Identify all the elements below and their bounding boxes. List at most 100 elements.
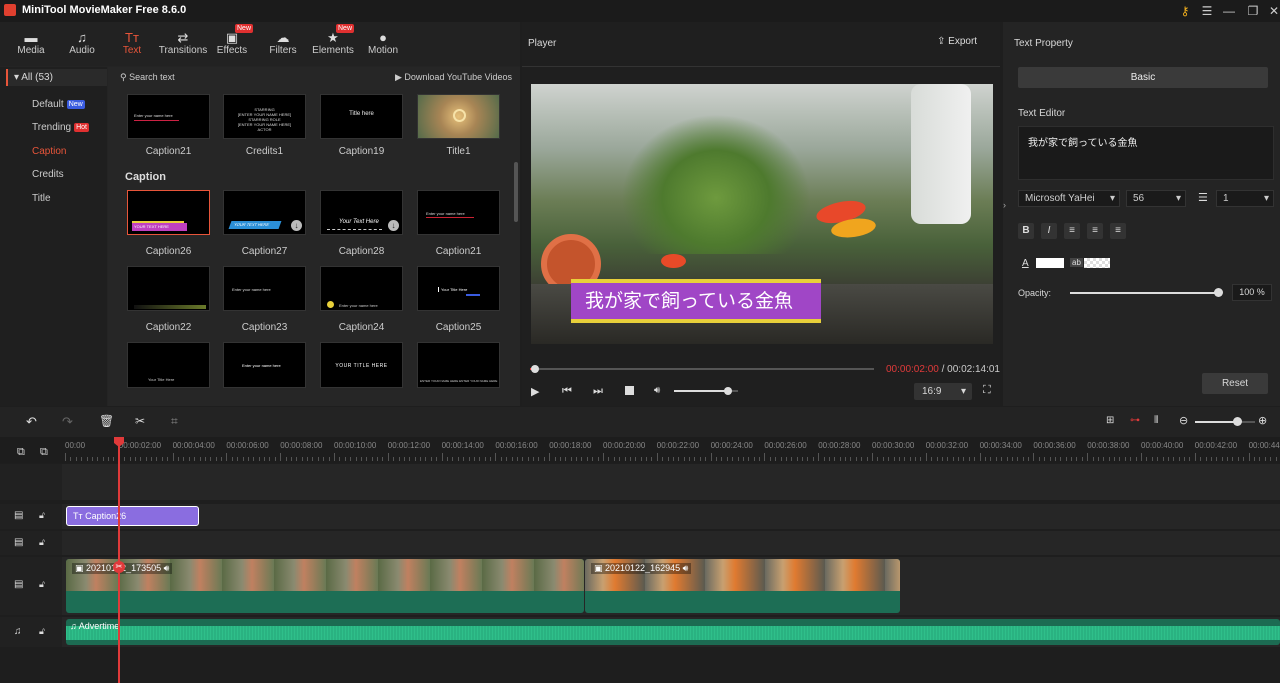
- volume-icon[interactable]: 🔊︎: [654, 385, 660, 396]
- opacity-handle[interactable]: [1213, 288, 1223, 297]
- lock-icon[interactable]: 🔓︎: [39, 579, 45, 590]
- copy-track-icon[interactable]: ⧉: [40, 446, 48, 459]
- stop-button[interactable]: [625, 386, 634, 395]
- category-credits[interactable]: Credits: [32, 169, 64, 180]
- opacity-value[interactable]: 100 %: [1232, 284, 1272, 301]
- template-thumb[interactable]: Your Title Here: [417, 266, 500, 311]
- maximize-button[interactable]: ❐: [1245, 3, 1261, 19]
- audio-clip[interactable]: ♫ Advertime: [66, 619, 1280, 645]
- template-thumb[interactable]: Your Title Here: [127, 342, 210, 388]
- template-thumb[interactable]: [127, 266, 210, 311]
- template-thumb[interactable]: Your Text Here ↓: [320, 190, 403, 235]
- template-thumb[interactable]: Enter your name here: [223, 342, 306, 388]
- lock-icon[interactable]: 🔓︎: [39, 537, 45, 548]
- key-icon[interactable]: ⚷: [1177, 3, 1193, 19]
- delete-icon[interactable]: 🗑︎: [99, 414, 114, 428]
- template-thumb[interactable]: ENTER YOUR NAME HERE ENTER YOUR NAME HER…: [417, 342, 500, 388]
- tab-elements[interactable]: New ★ Elements: [308, 24, 358, 56]
- film-icon[interactable]: ▤: [14, 537, 23, 548]
- zoom-handle[interactable]: [1232, 417, 1242, 426]
- template-thumb[interactable]: YOUR TITLE HERE: [320, 342, 403, 388]
- category-trending[interactable]: Trending Hot: [32, 122, 90, 133]
- video-clip[interactable]: ▣ 20210122_162945 🔊︎: [585, 559, 900, 613]
- template-thumb[interactable]: [417, 94, 500, 139]
- tab-effects[interactable]: New ▣ Effects: [207, 24, 257, 56]
- template-thumb[interactable]: Enter your name here: [127, 94, 210, 139]
- next-frame-button[interactable]: ⏭: [593, 385, 603, 398]
- align-right-icon[interactable]: ≡: [1110, 223, 1126, 239]
- zoom-slider[interactable]: [1195, 421, 1255, 423]
- fit-timeline-icon[interactable]: ⊞: [1106, 415, 1114, 426]
- ruler-tick-mark: [377, 457, 379, 461]
- template-thumb[interactable]: STARRING [ENTER YOUR NAME HERE] STARRING R…: [223, 94, 306, 139]
- film-icon[interactable]: ▤: [14, 579, 23, 590]
- prev-frame-button[interactable]: ⏮: [562, 385, 572, 398]
- close-button[interactable]: ✕: [1266, 3, 1280, 19]
- download-youtube-link[interactable]: ▶ Download YouTube Videos: [395, 72, 512, 83]
- font-select[interactable]: Microsoft YaHei ▾: [1018, 190, 1120, 207]
- template-thumb-selected[interactable]: YOUR TEXT HERE: [127, 190, 210, 235]
- text-editor-input[interactable]: 我が家で飼っている金魚: [1018, 126, 1274, 180]
- line-spacing-select[interactable]: 1 ▾: [1216, 190, 1274, 207]
- collapse-arrow-icon[interactable]: ›: [1003, 200, 1011, 210]
- split-scissors-icon[interactable]: ✂: [113, 561, 125, 573]
- ruler-tick-mark: [194, 457, 196, 461]
- download-icon[interactable]: ↓: [291, 220, 302, 231]
- template-thumb[interactable]: Enter your name here: [320, 266, 403, 311]
- fullscreen-icon[interactable]: ⛶: [983, 384, 991, 397]
- font-size-select[interactable]: 56 ▾: [1126, 190, 1186, 207]
- template-thumb[interactable]: Enter your name here: [417, 190, 500, 235]
- music-note-icon[interactable]: ♫: [14, 626, 22, 637]
- caption-clip[interactable]: Tт Caption26: [66, 506, 199, 526]
- tab-basic[interactable]: Basic: [1018, 67, 1268, 88]
- category-all[interactable]: ▾ All (53): [6, 69, 107, 86]
- caption-overlay[interactable]: 我が家で飼っている金魚: [571, 283, 821, 319]
- text-color-swatch[interactable]: [1036, 258, 1064, 268]
- tab-audio[interactable]: ♫ Audio: [57, 30, 107, 56]
- align-center-icon[interactable]: ≡: [1087, 223, 1103, 239]
- bold-button[interactable]: B: [1018, 223, 1034, 239]
- tab-filters[interactable]: ☁ Filters: [258, 30, 308, 56]
- ruler-tick-mark: [425, 457, 427, 461]
- add-track-icon[interactable]: ⧉: [17, 446, 25, 459]
- export-button[interactable]: ⇪ Export: [937, 36, 977, 47]
- align-left-icon[interactable]: ≡: [1064, 223, 1080, 239]
- template-thumb[interactable]: Title here: [320, 94, 403, 139]
- template-label: Caption19: [338, 146, 385, 157]
- undo-icon[interactable]: ↶: [26, 414, 37, 430]
- tab-media[interactable]: ▬ Media: [6, 30, 56, 56]
- italic-button[interactable]: I: [1041, 223, 1057, 239]
- zoom-out-icon[interactable]: ⊖: [1179, 414, 1188, 427]
- tab-text[interactable]: Tт Text: [107, 30, 157, 56]
- category-title[interactable]: Title: [32, 193, 51, 204]
- menu-icon[interactable]: ☰: [1199, 3, 1215, 19]
- search-input[interactable]: ⚲ Search text: [120, 72, 175, 83]
- play-button[interactable]: ▶: [531, 385, 539, 398]
- progress-track[interactable]: [530, 368, 874, 370]
- template-thumb[interactable]: Enter your name here: [223, 266, 306, 311]
- crop-icon[interactable]: ⌗: [171, 414, 178, 429]
- category-caption[interactable]: Caption: [32, 146, 66, 157]
- film-icon[interactable]: ▤: [14, 510, 23, 521]
- template-thumb[interactable]: YOUR TEXT HERE ↓: [223, 190, 306, 235]
- playhead[interactable]: [118, 437, 120, 683]
- aspect-ratio-select[interactable]: 16:9 ▾: [914, 383, 972, 400]
- tab-transitions[interactable]: ⇄ Transitions: [157, 30, 209, 56]
- reset-button[interactable]: Reset: [1202, 373, 1268, 394]
- opacity-slider[interactable]: [1070, 292, 1218, 294]
- download-icon[interactable]: ↓: [388, 220, 399, 231]
- snap-icon[interactable]: ⊶: [1130, 415, 1140, 426]
- minimize-button[interactable]: —: [1221, 3, 1237, 19]
- category-default[interactable]: Default New: [32, 99, 85, 110]
- ruler-tick-mark: [683, 457, 685, 461]
- background-color-swatch[interactable]: [1084, 258, 1110, 268]
- tab-motion[interactable]: ● Motion: [358, 30, 408, 56]
- audio-split-icon[interactable]: ⦀: [1154, 415, 1158, 426]
- lock-icon[interactable]: 🔓︎: [39, 626, 45, 637]
- video-clip[interactable]: ▣ 20210122_173505 🔊︎: [66, 559, 584, 613]
- redo-icon[interactable]: ↷: [62, 414, 73, 430]
- zoom-in-icon[interactable]: ⊕: [1258, 414, 1267, 427]
- lock-icon[interactable]: 🔓︎: [39, 510, 45, 521]
- split-icon[interactable]: ✂: [135, 414, 145, 428]
- grid-scrollbar[interactable]: [514, 162, 518, 222]
